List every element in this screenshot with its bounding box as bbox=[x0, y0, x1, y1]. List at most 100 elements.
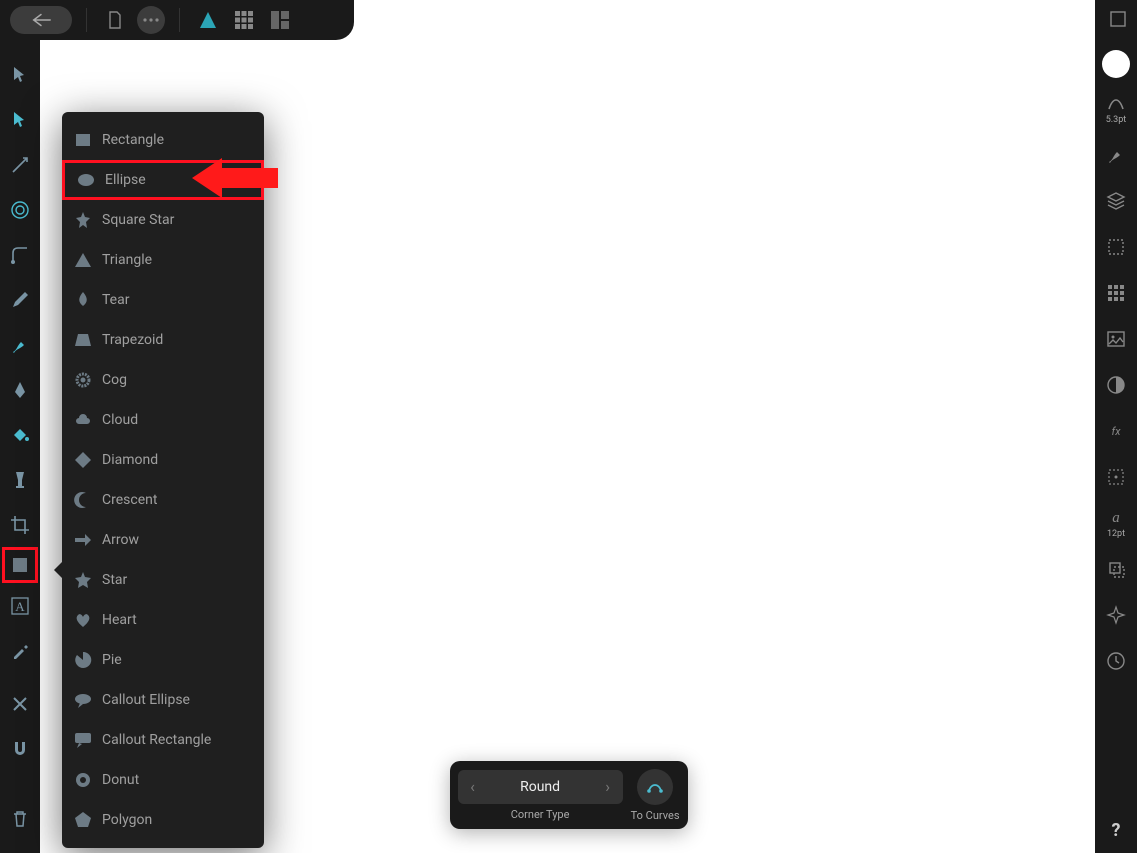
brush-panel[interactable] bbox=[1095, 132, 1137, 178]
shape-diamond[interactable]: Diamond bbox=[62, 440, 264, 480]
pen-tool[interactable] bbox=[0, 367, 40, 412]
adjustments-panel[interactable] bbox=[1095, 362, 1137, 408]
text-styles-icon bbox=[1106, 467, 1126, 487]
expand-icon bbox=[1109, 10, 1127, 28]
shape-trapezoid[interactable]: Trapezoid bbox=[62, 320, 264, 360]
help-button[interactable]: ? bbox=[1112, 820, 1121, 841]
divider bbox=[179, 8, 180, 32]
shape-label: Callout Ellipse bbox=[102, 692, 190, 708]
trash-button[interactable] bbox=[0, 796, 40, 841]
callout-ellipse-icon bbox=[74, 691, 92, 709]
fx-icon: fx bbox=[1106, 421, 1126, 441]
triangle-icon bbox=[74, 251, 92, 269]
shape-label: Donut bbox=[102, 772, 139, 788]
rectangle-icon bbox=[10, 555, 30, 575]
clock-icon bbox=[1106, 651, 1126, 671]
crop-icon bbox=[10, 515, 30, 535]
shape-polygon[interactable]: Polygon bbox=[62, 800, 264, 840]
stroke-pt-label: 5.3pt bbox=[1106, 115, 1127, 125]
shape-arrow[interactable]: Arrow bbox=[62, 520, 264, 560]
snapping-tool[interactable] bbox=[0, 726, 40, 771]
corner-type-value: Round bbox=[520, 779, 560, 795]
more-button[interactable] bbox=[137, 6, 165, 34]
persona-designer-button[interactable] bbox=[194, 6, 222, 34]
square-star-icon bbox=[74, 211, 92, 229]
shape-label: Trapezoid bbox=[102, 332, 163, 348]
shape-label: Arrow bbox=[102, 532, 139, 548]
arrow-icon bbox=[74, 531, 92, 549]
shape-tool-popup: Rectangle Ellipse Square Star Triangle Tear T… bbox=[62, 112, 264, 848]
point-transform-icon bbox=[10, 155, 30, 175]
layers-panel[interactable] bbox=[1095, 178, 1137, 224]
shape-rectangle[interactable]: Rectangle bbox=[62, 120, 264, 160]
shape-triangle[interactable]: Triangle bbox=[62, 240, 264, 280]
point-transform-tool[interactable] bbox=[0, 142, 40, 187]
shape-square-star[interactable]: Square Star bbox=[62, 200, 264, 240]
shape-label: Square Star bbox=[102, 212, 174, 228]
transparency-tool[interactable] bbox=[0, 457, 40, 502]
arrow-left-icon bbox=[30, 12, 52, 28]
document-button[interactable] bbox=[101, 6, 129, 34]
shape-label: Rectangle bbox=[102, 132, 164, 148]
shape-label: Tear bbox=[102, 292, 129, 308]
to-curves-button[interactable] bbox=[637, 769, 673, 805]
shape-callout-ellipse[interactable]: Callout Ellipse bbox=[62, 680, 264, 720]
fill-tool[interactable] bbox=[0, 412, 40, 457]
stroke-panel[interactable]: 5.3pt bbox=[1095, 86, 1137, 132]
contour-tool[interactable] bbox=[0, 187, 40, 232]
image-icon bbox=[1106, 329, 1126, 349]
pen-icon bbox=[10, 380, 30, 400]
shape-tear[interactable]: Tear bbox=[62, 280, 264, 320]
selection-icon bbox=[1106, 237, 1126, 257]
triangle-app-icon bbox=[198, 10, 218, 30]
text-styles-panel[interactable] bbox=[1095, 454, 1137, 500]
persona-pixel-button[interactable] bbox=[230, 6, 258, 34]
fx-panel[interactable]: fx bbox=[1095, 408, 1137, 454]
shape-heart[interactable]: Heart bbox=[62, 600, 264, 640]
typography-panel[interactable]: a 12pt bbox=[1095, 500, 1137, 546]
shape-crescent[interactable]: Crescent bbox=[62, 480, 264, 520]
navigator-panel[interactable] bbox=[1095, 592, 1137, 638]
swatches-panel[interactable] bbox=[1095, 270, 1137, 316]
layers-icon bbox=[1106, 191, 1126, 211]
callout-rectangle-icon bbox=[74, 731, 92, 749]
transform-panel[interactable] bbox=[1095, 546, 1137, 592]
pencil-tool[interactable] bbox=[0, 277, 40, 322]
vector-brush-tool[interactable] bbox=[0, 322, 40, 367]
trash-icon bbox=[10, 809, 30, 829]
chevron-left-icon[interactable]: ‹ bbox=[464, 777, 482, 796]
color-swatch[interactable] bbox=[1102, 50, 1130, 78]
shape-donut[interactable]: Donut bbox=[62, 760, 264, 800]
back-button[interactable] bbox=[10, 6, 72, 34]
shape-callout-rectangle[interactable]: Callout Rectangle bbox=[62, 720, 264, 760]
selection-panel[interactable] bbox=[1095, 224, 1137, 270]
chevron-right-icon[interactable]: › bbox=[599, 777, 617, 796]
eyedropper-tool[interactable] bbox=[0, 628, 40, 673]
x-icon bbox=[10, 694, 30, 714]
history-panel[interactable] bbox=[1095, 638, 1137, 684]
to-curves-action[interactable]: To Curves bbox=[631, 769, 680, 822]
delete-tool[interactable] bbox=[0, 681, 40, 726]
corner-type-selector[interactable]: ‹ Round › Corner Type bbox=[458, 770, 623, 821]
shape-ellipse[interactable]: Ellipse bbox=[62, 160, 264, 200]
shape-cloud[interactable]: Cloud bbox=[62, 400, 264, 440]
shape-label: Polygon bbox=[102, 812, 152, 828]
text-tool[interactable]: A bbox=[0, 583, 40, 628]
node-tool[interactable] bbox=[0, 97, 40, 142]
shape-star[interactable]: Star bbox=[62, 560, 264, 600]
rectangle-icon bbox=[74, 131, 92, 149]
trapezoid-icon bbox=[74, 331, 92, 349]
persona-export-button[interactable] bbox=[266, 6, 294, 34]
crop-tool[interactable] bbox=[0, 502, 40, 547]
stock-panel[interactable] bbox=[1095, 316, 1137, 362]
fullscreen-button[interactable] bbox=[1109, 10, 1127, 32]
shape-pie[interactable]: Pie bbox=[62, 640, 264, 680]
shape-label: Cloud bbox=[102, 412, 138, 428]
shape-tool[interactable] bbox=[2, 547, 38, 583]
contour-icon bbox=[10, 200, 30, 220]
corner-icon bbox=[10, 245, 30, 265]
context-bar: ‹ Round › Corner Type To Curves bbox=[450, 761, 688, 829]
move-tool[interactable] bbox=[0, 52, 40, 97]
shape-cog[interactable]: Cog bbox=[62, 360, 264, 400]
corner-tool[interactable] bbox=[0, 232, 40, 277]
